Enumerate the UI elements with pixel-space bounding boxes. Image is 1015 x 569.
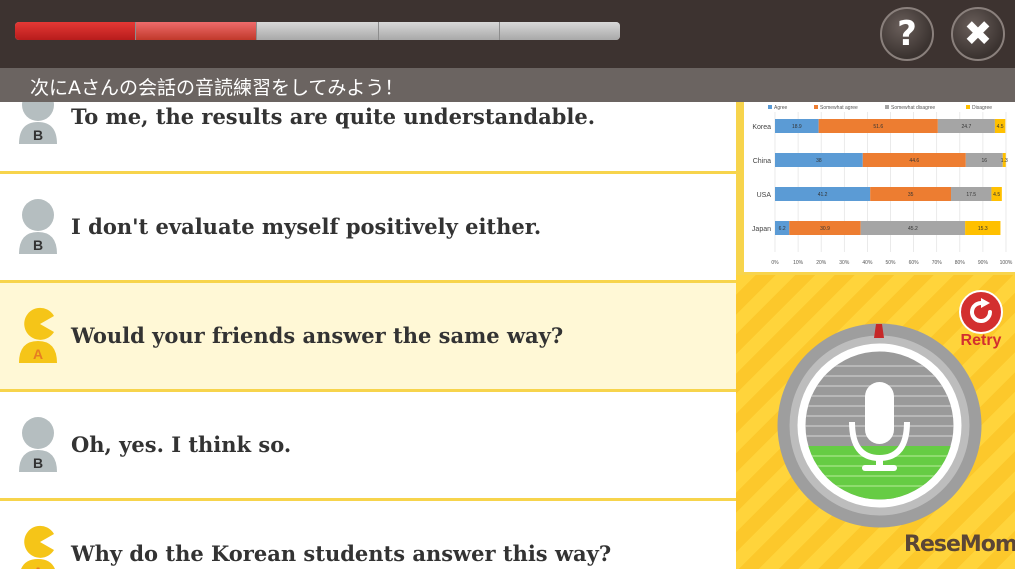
stacked-bar-chart: 0% 10% 20% 30% 40% 50% 60% 70% 80% 90% 100% Agree So… (752, 105, 1013, 266)
conversation-row[interactable]: B Oh, yes. I think so. (0, 392, 736, 498)
legend-label: Agree (774, 105, 788, 111)
progress-segment (136, 22, 258, 40)
data-label: 51.6 (873, 124, 883, 130)
legend-swatch (768, 105, 772, 109)
x-tick-label: 20% (816, 260, 827, 266)
progress-segment (15, 22, 137, 40)
data-label: 6.2 (779, 226, 786, 232)
conversation-text: Why do the Korean students answer this w… (71, 541, 612, 566)
category-label: China (753, 158, 771, 165)
x-tick-label: 0% (771, 260, 779, 266)
data-label: 4.5 (993, 192, 1000, 198)
conversation-row[interactable]: B I don't evaluate myself positively eit… (0, 174, 736, 280)
progress-bar (15, 22, 620, 40)
svg-text:A: A (33, 564, 43, 569)
resemom-logo: ReseMom (904, 532, 1015, 557)
data-label: 24.7 (962, 124, 972, 130)
category-label: USA (757, 192, 772, 199)
data-label: 35 (908, 192, 914, 198)
legend-swatch (885, 105, 889, 109)
conversation-row-active[interactable]: A Would your friends answer the same way… (0, 283, 736, 389)
data-label: 30.9 (820, 226, 830, 232)
speaker-a-avatar: A (19, 307, 57, 363)
svg-text:B: B (33, 127, 43, 143)
top-bar: ? ✖ (0, 0, 1015, 68)
close-button[interactable]: ✖ (951, 7, 1005, 61)
conversation-text: Would your friends answer the same way? (71, 323, 564, 348)
x-tick-label: 80% (955, 260, 966, 266)
progress-segment (499, 22, 620, 40)
svg-text:A: A (33, 346, 43, 362)
legend-label: Disagree (972, 105, 992, 111)
data-label: 45.2 (908, 226, 918, 232)
question-icon: ? (897, 14, 917, 54)
data-label: 38 (816, 158, 822, 164)
category-label: Japan (752, 226, 771, 233)
help-button[interactable]: ? (880, 7, 934, 61)
svg-text:B: B (33, 455, 43, 471)
legend-swatch (966, 105, 970, 109)
instruction-banner: 次にAさんの会話の音読練習をしてみよう！ (0, 68, 1015, 102)
speaker-b-avatar: B (19, 417, 57, 472)
conversation-text: To me, the results are quite understanda… (71, 104, 596, 129)
instruction-text: 次にAさんの会話の音読練習をしてみよう！ (30, 77, 404, 99)
x-tick-label: 10% (793, 260, 804, 266)
svg-text:B: B (33, 237, 43, 253)
conversation-row[interactable]: A Why do the Korean students answer this… (0, 501, 736, 569)
close-icon: ✖ (963, 14, 993, 54)
speaker-b-avatar: B (19, 199, 57, 254)
data-label: 41.2 (818, 192, 828, 198)
progress-segment (257, 22, 379, 40)
progress-segment (378, 22, 500, 40)
x-tick-label: 50% (885, 260, 896, 266)
chart-card: 0% 10% 20% 30% 40% 50% 60% 70% 80% 90% 100% Agree So… (744, 102, 1015, 272)
chart-panel: 0% 10% 20% 30% 40% 50% 60% 70% 80% 90% 100% Agree So… (736, 102, 1015, 275)
speaker-a-avatar: A (21, 525, 55, 569)
data-label: 4.5 (997, 124, 1004, 130)
conversation-list: B To me, the results are quite understan… (0, 102, 736, 569)
legend-label: Somewhat agree (820, 105, 858, 111)
data-label: 16 (982, 158, 988, 164)
data-label: 1.3 (1001, 158, 1008, 164)
conversation-row[interactable]: B To me, the results are quite understan… (0, 102, 736, 172)
x-tick-label: 90% (978, 260, 989, 266)
data-label: 44.6 (909, 158, 919, 164)
speaker-b-avatar: B (19, 102, 57, 144)
x-tick-label: 60% (909, 260, 920, 266)
legend-swatch (814, 105, 818, 109)
x-tick-label: 40% (862, 260, 873, 266)
x-tick-label: 30% (839, 260, 850, 266)
conversation-text: I don't evaluate myself positively eithe… (71, 214, 542, 239)
legend-label: Somewhat disagree (891, 105, 935, 111)
record-button[interactable] (776, 322, 983, 529)
data-label: 18.9 (792, 124, 802, 130)
data-label: 15.3 (978, 226, 988, 232)
category-label: Korea (752, 124, 771, 131)
x-tick-label: 70% (932, 260, 943, 266)
conversation-text: Oh, yes. I think so. (71, 432, 292, 457)
data-label: 17.5 (966, 192, 976, 198)
x-tick-label: 100% (1000, 260, 1013, 266)
